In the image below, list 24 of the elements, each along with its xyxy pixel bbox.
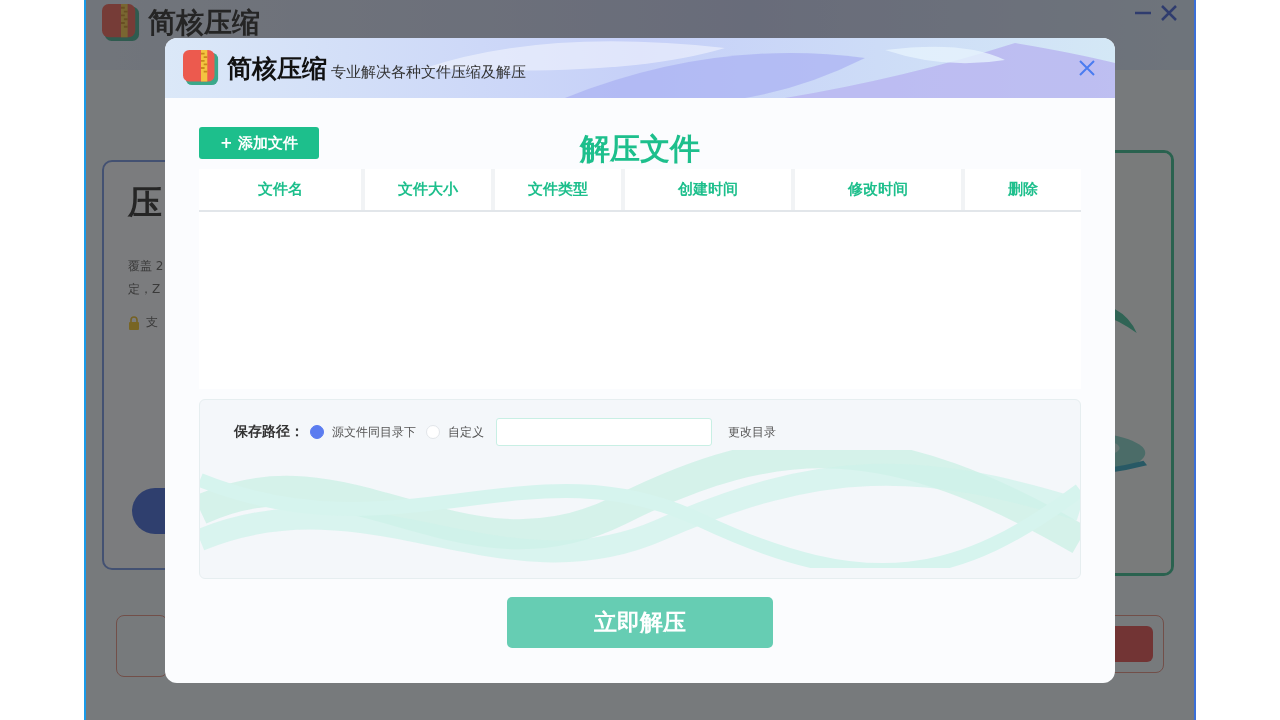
column-header: 文件名 (199, 169, 365, 210)
dialog-title: 解压文件 (580, 130, 700, 168)
column-header: 修改时间 (795, 169, 965, 210)
brand-name: 简核压缩 (227, 52, 327, 85)
app-title: 简核压缩 (148, 5, 260, 41)
card-note: 支 (146, 314, 158, 331)
column-header: 文件大小 (365, 169, 495, 210)
column-header: 创建时间 (625, 169, 795, 210)
card-text: 覆盖 2 (128, 258, 165, 275)
close-icon[interactable] (1160, 4, 1178, 22)
radio-option[interactable]: 自定义 (426, 423, 484, 441)
app-logo-icon (102, 4, 140, 42)
card-heading: 压 (128, 182, 162, 222)
lock-icon (128, 315, 140, 330)
column-header: 文件类型 (495, 169, 625, 210)
column-header: 删除 (1007, 179, 1039, 200)
radio-option[interactable]: 源文件同目录下 (310, 423, 416, 441)
path-input-field[interactable] (496, 418, 712, 446)
change-directory-link[interactable]: 更改目录 (722, 422, 782, 442)
card-text: 定，Z (128, 281, 162, 298)
slogan: 专业解决各种文件压缩及解压 (331, 62, 526, 82)
save-path-label: 保存路径： (234, 423, 304, 441)
close-button[interactable] (1077, 58, 1097, 78)
app-logo-icon (183, 50, 219, 86)
